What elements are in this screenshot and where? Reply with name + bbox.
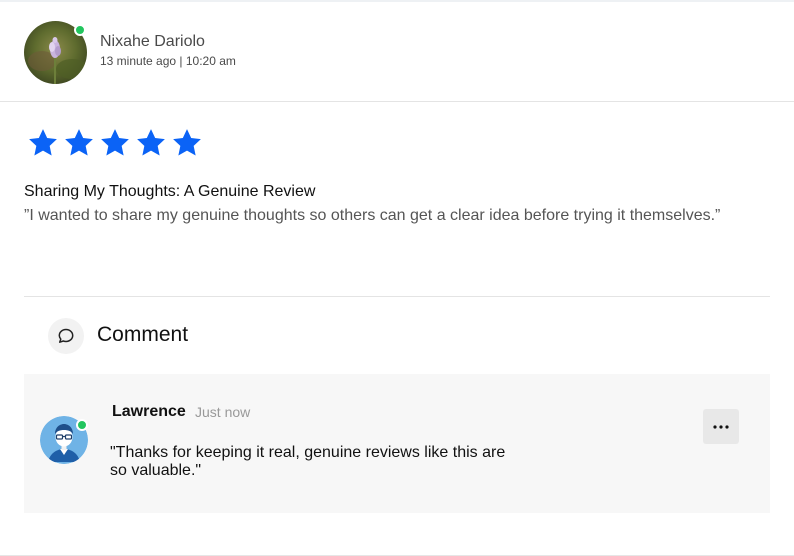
comment-text: "Thanks for keeping it real, genuine rev… [110, 444, 506, 479]
comment-more-button[interactable] [703, 409, 739, 444]
comment-icon-button[interactable] [48, 318, 84, 354]
commenter-name[interactable]: Lawrence [112, 403, 186, 421]
more-horizontal-icon [713, 424, 729, 429]
star-icon[interactable] [170, 126, 204, 160]
star-icon[interactable] [62, 126, 96, 160]
star-rating [26, 126, 204, 160]
section-divider [24, 296, 770, 297]
star-icon[interactable] [98, 126, 132, 160]
star-icon[interactable] [26, 126, 60, 160]
commenter-online-dot [76, 419, 88, 431]
comment-time: Just now [195, 404, 251, 420]
review-title: Sharing My Thoughts: A Genuine Review [24, 183, 316, 200]
comment-card: Lawrence Just now "Thanks for keeping it… [24, 374, 770, 513]
speech-bubble-icon [58, 328, 74, 343]
review-text: ”I wanted to share my genuine thoughts s… [24, 207, 721, 224]
post-timestamp: 13 minute ago | 10:20 am [100, 54, 236, 68]
review-panel: Nixahe Dariolo 13 minute ago | 10:20 am … [0, 0, 794, 556]
author-name[interactable]: Nixahe Dariolo [100, 33, 205, 51]
online-status-dot [74, 24, 86, 36]
comment-heading: Comment [97, 323, 189, 346]
post-header: Nixahe Dariolo 13 minute ago | 10:20 am [0, 2, 794, 102]
star-icon[interactable] [134, 126, 168, 160]
